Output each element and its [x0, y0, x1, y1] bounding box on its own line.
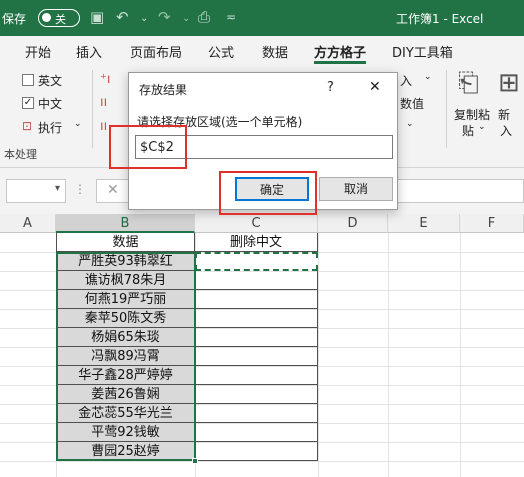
- insert-partial-label[interactable]: 入: [400, 72, 412, 89]
- worksheet-grid[interactable]: A B C D E F 数据 删除中文 严胜英93韩翠红 谯访枫78朱月 何燕1…: [0, 214, 524, 477]
- autosave-state: 关: [55, 13, 66, 26]
- column-header-f[interactable]: F: [460, 214, 524, 233]
- tool-icon-3[interactable]: ıı: [100, 119, 107, 134]
- cell-b9[interactable]: 姜茜26鲁娴: [56, 385, 195, 404]
- cell-c11[interactable]: [195, 423, 318, 442]
- name-box[interactable]: ▾: [6, 179, 66, 203]
- group-label: 本处理: [4, 148, 37, 161]
- tab-formulas[interactable]: 公式: [208, 42, 234, 61]
- gridline: [0, 461, 524, 462]
- ribbon-tabs: 开始 插入 页面布局 公式 数据 方方格子 DIY工具箱: [0, 36, 524, 64]
- paste-dropdown-icon[interactable]: ⌄: [478, 122, 486, 132]
- gridline: [318, 233, 319, 477]
- insert-dropdown-icon[interactable]: ⌄: [424, 72, 432, 82]
- paste-button-label[interactable]: 复制粘: [454, 106, 490, 123]
- cell-c2-target[interactable]: [195, 252, 318, 271]
- paste-icon[interactable]: ⎗: [458, 68, 479, 99]
- tab-diy-toolbox[interactable]: DIY工具箱: [392, 42, 453, 61]
- chinese-option-label: 中文: [38, 97, 63, 111]
- cell-b3[interactable]: 谯访枫78朱月: [56, 271, 195, 290]
- execute-button[interactable]: 执行: [38, 119, 62, 136]
- close-button[interactable]: ✕: [369, 79, 381, 95]
- paste-button-label-2: 贴: [462, 124, 475, 138]
- number-dropdown-icon[interactable]: ⌄: [406, 119, 414, 129]
- cell-b10[interactable]: 金芯蕊55华光兰: [56, 404, 195, 423]
- cell-c7[interactable]: [195, 347, 318, 366]
- cell-b4[interactable]: 何燕19严巧丽: [56, 290, 195, 309]
- cancel-button[interactable]: 取消: [319, 177, 393, 201]
- cell-c9[interactable]: [195, 385, 318, 404]
- cell-b2[interactable]: 严胜英93韩翠红: [56, 252, 195, 271]
- new-icon[interactable]: ⊞: [498, 68, 520, 98]
- cell-b7[interactable]: 冯飘89冯霄: [56, 347, 195, 366]
- help-button[interactable]: ?: [327, 80, 334, 95]
- redo-dropdown-icon[interactable]: ⌄: [182, 13, 190, 24]
- title-bar: 保存 关 ▣ ↶ ⌄ ↷ ⌄ ⎙ ≂ 工作簿1 - Excel: [0, 0, 524, 36]
- redo-icon[interactable]: ↷: [158, 8, 171, 26]
- tab-fangfang[interactable]: 方方格子: [314, 42, 366, 61]
- cell-b8[interactable]: 华子鑫28严婷婷: [56, 366, 195, 385]
- column-header-e[interactable]: E: [388, 214, 460, 233]
- preview-icon[interactable]: ⎙: [198, 8, 210, 26]
- column-header-a[interactable]: A: [0, 214, 56, 233]
- dialog-title: 存放结果: [139, 83, 188, 97]
- cell-b6[interactable]: 杨娟65朱琰: [56, 328, 195, 347]
- tab-insert[interactable]: 插入: [76, 42, 102, 61]
- new-button-label[interactable]: 新: [498, 106, 510, 123]
- gridline: [460, 233, 461, 477]
- highlight-box-input: [109, 125, 187, 169]
- number-value-label[interactable]: 数值: [400, 95, 424, 112]
- english-option-label: 英文: [38, 74, 63, 88]
- autosave-label: 保存: [2, 12, 27, 26]
- column-header-b[interactable]: B: [56, 214, 195, 233]
- cell-c6[interactable]: [195, 328, 318, 347]
- cell-b11[interactable]: 平莺92钱敏: [56, 423, 195, 442]
- cell-c10[interactable]: [195, 404, 318, 423]
- gridline: [388, 233, 389, 477]
- window-title: 工作簿1 - Excel: [396, 12, 484, 26]
- cell-c3[interactable]: [195, 271, 318, 290]
- save-icon[interactable]: ▣: [90, 8, 104, 26]
- undo-dropdown-icon[interactable]: ⌄: [140, 13, 148, 24]
- formula-bar-dots-icon: ⋮: [74, 182, 86, 196]
- cell-c4[interactable]: [195, 290, 318, 309]
- cancel-formula-icon[interactable]: ✕: [107, 182, 119, 198]
- cell-c12[interactable]: [195, 442, 318, 461]
- fill-handle[interactable]: [192, 458, 198, 464]
- save-result-dialog: 存放结果 ? ✕ 请选择存放区域(选一个单元格) $C$2 确定 取消: [109, 72, 398, 215]
- tool-icon-2[interactable]: ıı: [100, 95, 107, 110]
- column-header-d[interactable]: D: [318, 214, 388, 233]
- new-button-label-2: 入: [500, 124, 513, 138]
- cell-b5[interactable]: 秦苹50陈文秀: [56, 309, 195, 328]
- english-checkbox[interactable]: [22, 74, 34, 86]
- cell-c5[interactable]: [195, 309, 318, 328]
- group-separator-2: [446, 70, 447, 148]
- highlight-box-ok: [219, 171, 317, 215]
- tab-data[interactable]: 数据: [262, 42, 288, 61]
- column-header-c[interactable]: C: [195, 214, 318, 233]
- cell-b1[interactable]: 数据: [56, 233, 195, 252]
- toggle-knob: [42, 13, 51, 22]
- tab-page-layout[interactable]: 页面布局: [130, 42, 182, 61]
- name-box-dropdown-icon[interactable]: ▾: [55, 183, 60, 194]
- autosave-toggle[interactable]: 关: [38, 9, 80, 27]
- execute-icon: ⊡: [22, 119, 33, 133]
- cell-b12[interactable]: 曹园25赵婷: [56, 442, 195, 461]
- tool-icon-1[interactable]: ⁺ı: [100, 72, 110, 87]
- group-separator: [92, 70, 93, 148]
- tab-home[interactable]: 开始: [25, 42, 51, 61]
- chinese-checkbox[interactable]: ✓: [22, 97, 34, 109]
- cell-c8[interactable]: [195, 366, 318, 385]
- customize-qat-icon[interactable]: ≂: [226, 10, 236, 24]
- execute-dropdown-icon[interactable]: ⌄: [74, 119, 82, 129]
- undo-icon[interactable]: ↶: [116, 8, 129, 26]
- cell-c1[interactable]: 删除中文: [195, 233, 318, 252]
